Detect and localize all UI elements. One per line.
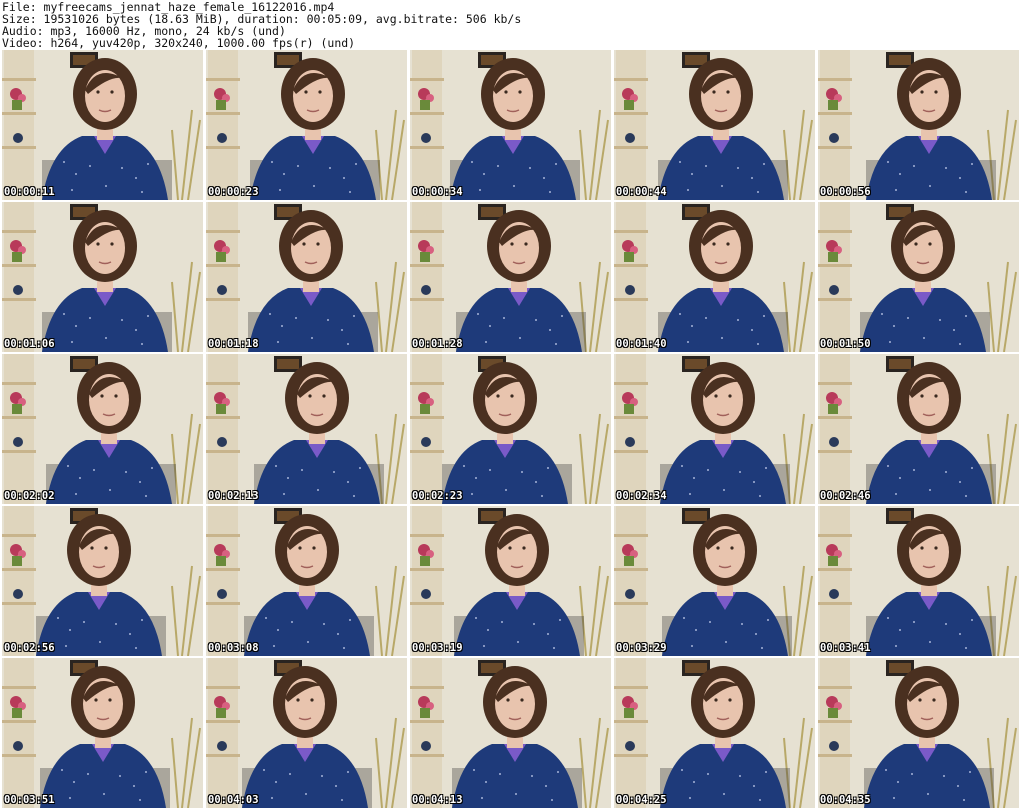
- timestamp-label: 00:02:13: [208, 490, 259, 502]
- frame-image: [410, 506, 611, 656]
- timestamp-label: 00:03:08: [208, 642, 259, 654]
- timestamp-label: 00:00:34: [412, 186, 463, 198]
- frame-image: [614, 506, 815, 656]
- frame-image: [614, 658, 815, 808]
- timestamp-label: 00:02:34: [616, 490, 667, 502]
- video-thumbnail: 00:03:19: [410, 506, 611, 656]
- video-thumbnail: 00:03:51: [2, 658, 203, 808]
- frame-image: [818, 202, 1019, 352]
- timestamp-label: 00:03:29: [616, 642, 667, 654]
- file-info-header: File: myfreecams_jennat_haze_female_1612…: [0, 0, 1024, 50]
- video-thumbnail: 00:03:29: [614, 506, 815, 656]
- frame-image: [818, 506, 1019, 656]
- video-thumbnail: 00:04:35: [818, 658, 1019, 808]
- timestamp-label: 00:04:25: [616, 794, 667, 806]
- video-thumbnail: 00:00:23: [206, 50, 407, 200]
- timestamp-label: 00:00:11: [4, 186, 55, 198]
- frame-image: [206, 658, 407, 808]
- thumbnail-grid: 00:00:11 00:00:23 00:00:34 00:00:44 00:00:56…: [0, 50, 1024, 811]
- video-thumbnail: 00:00:34: [410, 50, 611, 200]
- video-thumbnail: 00:02:46: [818, 354, 1019, 504]
- frame-image: [818, 50, 1019, 200]
- timestamp-label: 00:01:06: [4, 338, 55, 350]
- video-info-line: Video: h264, yuv420p, 320x240, 1000.00 f…: [2, 36, 356, 50]
- video-thumbnail: 00:02:02: [2, 354, 203, 504]
- timestamp-label: 00:03:51: [4, 794, 55, 806]
- video-thumbnail: 00:02:13: [206, 354, 407, 504]
- video-thumbnail: 00:04:25: [614, 658, 815, 808]
- video-thumbnail: 00:02:23: [410, 354, 611, 504]
- timestamp-label: 00:01:28: [412, 338, 463, 350]
- video-thumbnail: 00:01:18: [206, 202, 407, 352]
- timestamp-label: 00:04:13: [412, 794, 463, 806]
- timestamp-label: 00:04:35: [820, 794, 871, 806]
- timestamp-label: 00:03:41: [820, 642, 871, 654]
- frame-image: [206, 50, 407, 200]
- video-thumbnail: 00:04:03: [206, 658, 407, 808]
- timestamp-label: 00:02:46: [820, 490, 871, 502]
- frame-image: [818, 658, 1019, 808]
- frame-image: [206, 506, 407, 656]
- frame-image: [2, 658, 203, 808]
- frame-image: [2, 354, 203, 504]
- frame-image: [410, 202, 611, 352]
- timestamp-label: 00:04:03: [208, 794, 259, 806]
- timestamp-label: 00:02:56: [4, 642, 55, 654]
- timestamp-label: 00:00:44: [616, 186, 667, 198]
- video-thumbnail: 00:00:44: [614, 50, 815, 200]
- frame-image: [2, 506, 203, 656]
- timestamp-label: 00:01:50: [820, 338, 871, 350]
- timestamp-label: 00:02:23: [412, 490, 463, 502]
- timestamp-label: 00:01:40: [616, 338, 667, 350]
- video-thumbnail: 00:01:06: [2, 202, 203, 352]
- video-thumbnail: 00:03:41: [818, 506, 1019, 656]
- timestamp-label: 00:00:23: [208, 186, 259, 198]
- frame-image: [410, 50, 611, 200]
- video-thumbnail: 00:04:13: [410, 658, 611, 808]
- frame-image: [614, 202, 815, 352]
- timestamp-label: 00:02:02: [4, 490, 55, 502]
- frame-image: [818, 354, 1019, 504]
- frame-image: [2, 50, 203, 200]
- video-thumbnail: 00:00:11: [2, 50, 203, 200]
- timestamp-label: 00:03:19: [412, 642, 463, 654]
- frame-image: [614, 354, 815, 504]
- video-thumbnail: 00:00:56: [818, 50, 1019, 200]
- frame-image: [206, 202, 407, 352]
- video-thumbnail: 00:01:28: [410, 202, 611, 352]
- frame-image: [614, 50, 815, 200]
- video-thumbnail: 00:03:08: [206, 506, 407, 656]
- timestamp-label: 00:01:18: [208, 338, 259, 350]
- video-thumbnail: 00:02:56: [2, 506, 203, 656]
- video-thumbnail: 00:01:50: [818, 202, 1019, 352]
- frame-image: [410, 354, 611, 504]
- video-thumbnail: 00:01:40: [614, 202, 815, 352]
- frame-image: [410, 658, 611, 808]
- frame-image: [206, 354, 407, 504]
- timestamp-label: 00:00:56: [820, 186, 871, 198]
- frame-image: [2, 202, 203, 352]
- video-thumbnail: 00:02:34: [614, 354, 815, 504]
